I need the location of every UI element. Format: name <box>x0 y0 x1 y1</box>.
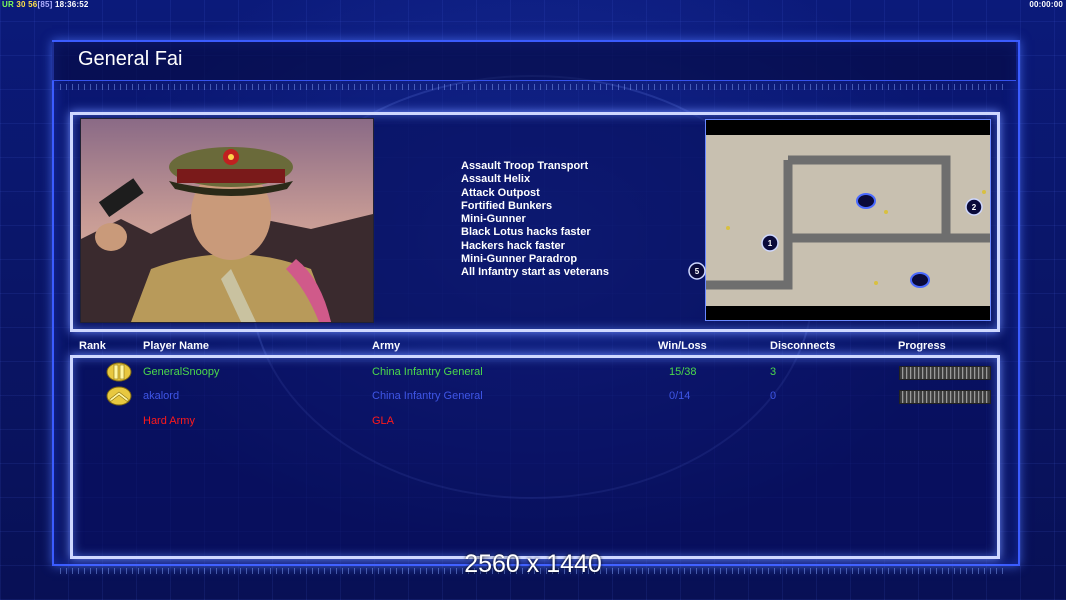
player-name: GeneralSnoopy <box>143 366 220 378</box>
hud-timer: 00:00:00 <box>1029 0 1063 9</box>
general-feature-list: Assault Troop Transport Assault Helix At… <box>461 160 609 280</box>
header-win-loss: Win/Loss <box>658 340 707 352</box>
map-preview: 1 2 <box>705 119 991 321</box>
feature-item: Assault Helix <box>461 173 531 186</box>
feature-item: Black Lotus hacks faster <box>461 226 591 239</box>
base-marker <box>910 272 930 288</box>
svg-text:5: 5 <box>695 267 700 276</box>
progress-bar <box>899 390 991 404</box>
header-army: Army <box>372 340 401 352</box>
hud-clock: 18:36:52 <box>54 0 89 9</box>
start-position-5: 5 <box>688 262 706 280</box>
general-portrait <box>80 118 374 323</box>
player-row: GeneralSnoopy China Infantry General 15/… <box>0 362 1066 384</box>
hud-value-1: 30 <box>16 0 26 9</box>
svg-text:2: 2 <box>972 203 977 212</box>
feature-item: Fortified Bunkers <box>461 199 553 212</box>
player-row: Hard Army GLA <box>0 411 1066 433</box>
player-disconnects: 3 <box>770 366 777 378</box>
svg-text:1: 1 <box>768 239 773 248</box>
start-position-2: 2 <box>965 198 983 216</box>
feature-item: Assault Troop Transport <box>461 160 589 172</box>
player-disconnects: 0 <box>770 390 777 402</box>
base-marker <box>856 193 876 209</box>
header-disconnects: Disconnects <box>770 340 836 352</box>
player-win-loss: 0/14 <box>669 390 691 402</box>
feature-item: Attack Outpost <box>461 186 540 199</box>
feature-item: Mini-Gunner Paradrop <box>461 253 578 266</box>
start-position-1: 1 <box>761 234 779 252</box>
title-bar <box>52 42 1016 81</box>
feature-item: All Infantry start as veterans <box>461 266 609 279</box>
player-row: akalord China Infantry General 0/14 0 <box>0 386 1066 408</box>
hud-value-3: [85] <box>37 0 53 9</box>
header-rank: Rank <box>79 340 106 352</box>
double-bar-rank-icon <box>106 362 132 382</box>
player-win-loss: 15/38 <box>669 366 697 378</box>
player-army: GLA <box>372 415 395 427</box>
resolution-label: 2560 x 1440 <box>464 550 602 578</box>
player-name: akalord <box>143 390 180 402</box>
hud-ur-label: UR <box>2 0 14 9</box>
player-army: China Infantry General <box>372 366 483 378</box>
general-title: General Fai <box>78 48 183 70</box>
player-army: China Infantry General <box>372 390 483 402</box>
feature-item: Hackers hack faster <box>461 239 565 252</box>
chevron-rank-icon <box>106 386 132 406</box>
hud-stats: UR 30 56[85] 18:36:52 <box>2 0 89 9</box>
progress-bar <box>899 366 991 380</box>
header-progress: Progress <box>898 340 946 352</box>
player-name: Hard Army <box>143 415 195 427</box>
header-player-name: Player Name <box>143 340 210 352</box>
ruler-top <box>60 84 1008 90</box>
feature-item: Mini-Gunner <box>461 213 526 226</box>
